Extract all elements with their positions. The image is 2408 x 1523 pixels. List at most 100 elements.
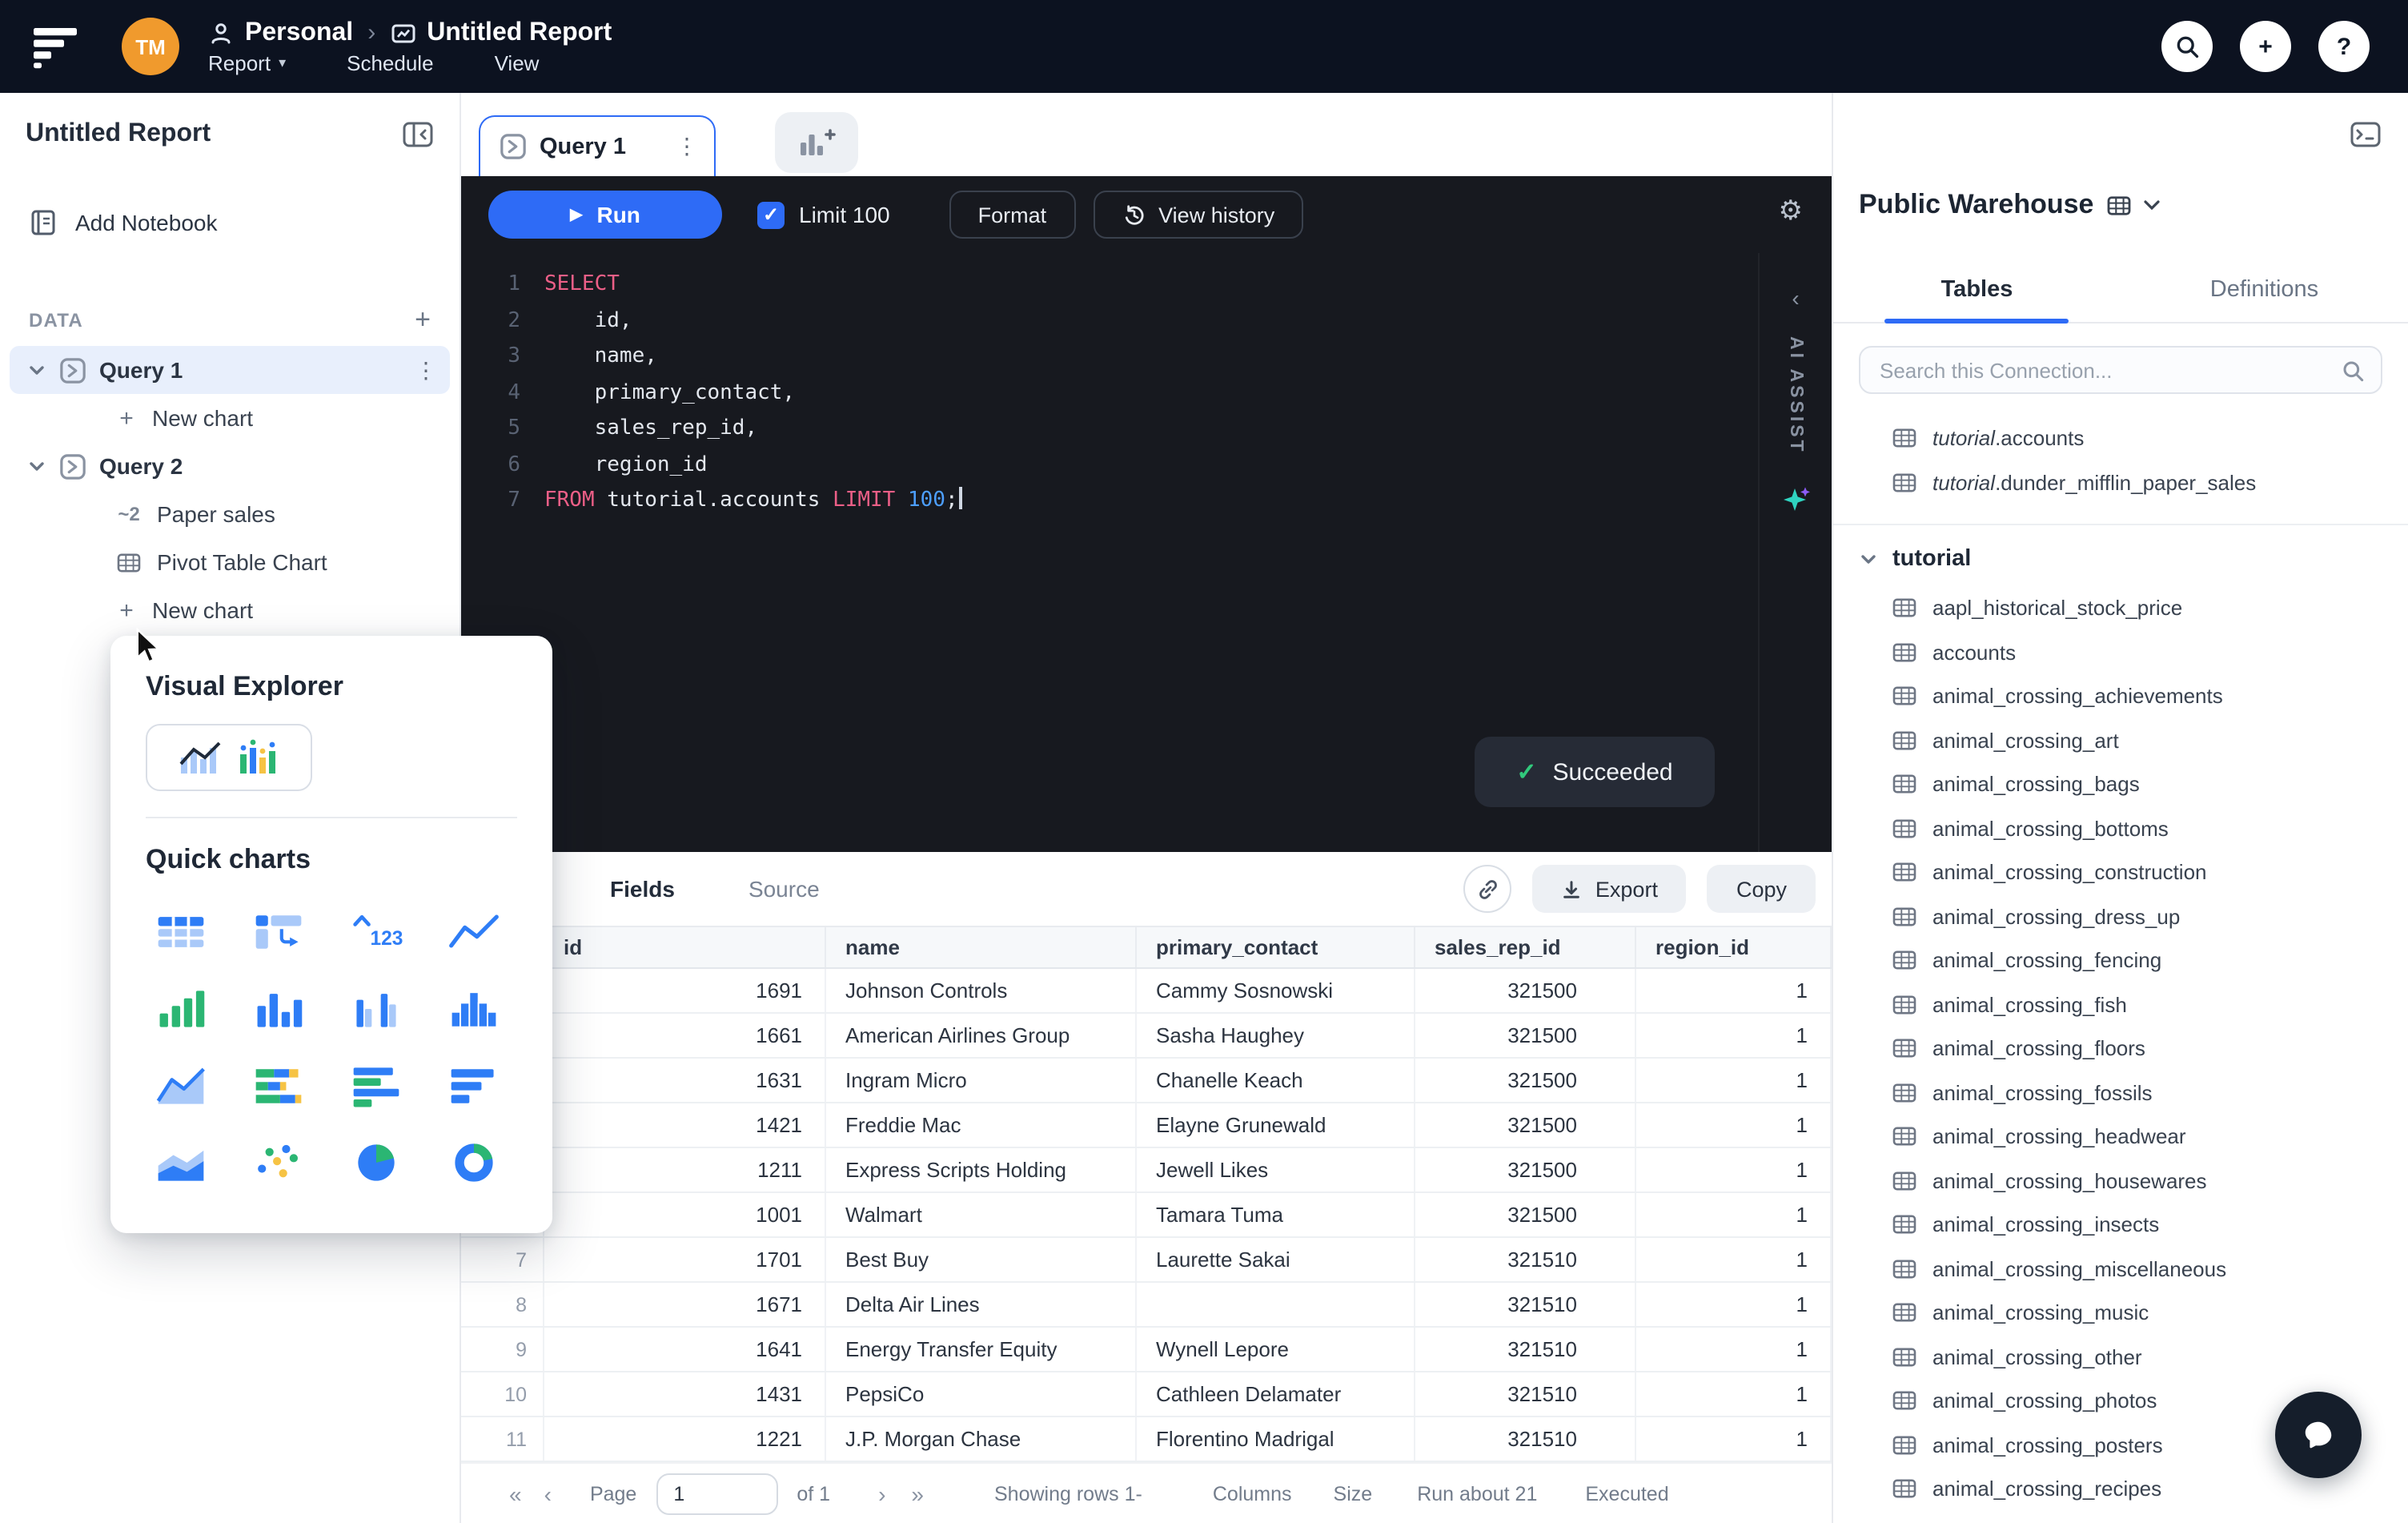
table-row[interactable]: 8 1671 Delta Air Lines 321510 1: [461, 1283, 1832, 1328]
table-row[interactable]: 1 1691Johnson ControlsCammy Sosnowski3215…: [461, 969, 1832, 1014]
first-page-icon[interactable]: «: [509, 1481, 522, 1506]
add-chart-tab-button[interactable]: [775, 112, 858, 173]
quick-chart-multi-bar-h[interactable]: [341, 1051, 411, 1121]
columns-button[interactable]: Columns: [1213, 1482, 1292, 1505]
new-chart-button-query1[interactable]: + New chart: [10, 394, 450, 442]
prev-page-icon[interactable]: ‹: [544, 1481, 552, 1506]
code-line[interactable]: id,: [544, 303, 963, 340]
table-item[interactable]: animal_crossing_bottoms: [1833, 806, 2408, 850]
chevron-down-icon[interactable]: [2143, 200, 2160, 210]
quick-chart-line[interactable]: [439, 897, 509, 967]
format-button[interactable]: Format: [949, 191, 1076, 239]
breadcrumb-report-title[interactable]: Untitled Report: [427, 18, 612, 47]
recent-table-item[interactable]: tutorial.dunder_mifflin_paper_sales: [1833, 460, 2408, 504]
search-button[interactable]: [2161, 21, 2213, 72]
collapse-panel-icon[interactable]: [402, 120, 434, 149]
table-item[interactable]: animal_crossing_art: [1833, 718, 2408, 762]
kebab-menu-icon[interactable]: ⋮: [415, 356, 437, 384]
chevron-down-icon[interactable]: [27, 456, 46, 476]
new-chart-button-query2[interactable]: + New chart: [10, 586, 450, 634]
table-item[interactable]: animal_crossing_achievements: [1833, 674, 2408, 718]
tab-tables[interactable]: Tables: [1833, 263, 2121, 323]
table-row[interactable]: 11 1221 J.P. Morgan Chase Florentino Madrig…: [461, 1417, 1832, 1462]
quick-chart-area[interactable]: [146, 1051, 216, 1121]
app-logo-icon[interactable]: [29, 22, 83, 70]
chevron-down-icon[interactable]: [27, 360, 46, 380]
column-header-name[interactable]: name: [826, 927, 1137, 967]
connection-search[interactable]: [1859, 346, 2382, 394]
sidebar-item-query1[interactable]: Query 1 ⋮: [10, 346, 450, 394]
chevron-down-icon[interactable]: [1859, 549, 1878, 569]
schema-tutorial[interactable]: tutorial: [1833, 535, 2408, 583]
tab-fields[interactable]: Fields: [610, 876, 675, 902]
console-panel-icon[interactable]: [2349, 120, 2382, 149]
chat-widget-button[interactable]: [2275, 1392, 2362, 1478]
help-button[interactable]: ?: [2318, 21, 2370, 72]
table-row[interactable]: 9 1641 Energy Transfer Equity Wynell Lepore…: [461, 1328, 1832, 1372]
gear-icon[interactable]: ⚙: [1779, 197, 1804, 224]
code-line[interactable]: region_id: [544, 448, 963, 484]
ai-assist-panel[interactable]: ‹ AI ASSIST: [1758, 253, 1832, 852]
view-history-button[interactable]: View history: [1093, 191, 1304, 239]
breadcrumb-workspace[interactable]: Personal: [245, 18, 353, 47]
tab-source[interactable]: Source: [748, 876, 820, 902]
export-button[interactable]: Export: [1532, 865, 1687, 913]
menu-view[interactable]: View: [495, 50, 540, 74]
page-input[interactable]: [656, 1473, 778, 1514]
quick-chart-pivot[interactable]: [243, 897, 314, 967]
table-row[interactable]: 21661American Airlines GroupSasha Haughe…: [461, 1014, 1832, 1059]
quick-chart-scatter[interactable]: [243, 1127, 314, 1198]
quick-chart-table[interactable]: [146, 897, 216, 967]
quick-chart-donut[interactable]: [439, 1127, 509, 1198]
code-lines[interactable]: SELECT id, name, primary_contact, sales_…: [544, 253, 963, 852]
table-row[interactable]: 10 1431 PepsiCo Cathleen Delamater 321510 1: [461, 1372, 1832, 1417]
table-row[interactable]: 51211Express Scripts HoldingJewell Likes…: [461, 1148, 1832, 1193]
copy-button[interactable]: Copy: [1707, 865, 1816, 913]
limit-checkbox[interactable]: ✓: [757, 201, 785, 228]
column-header-sales_rep_id[interactable]: sales_rep_id: [1415, 927, 1636, 967]
table-row[interactable]: 61001WalmartTamara Tuma3215001: [461, 1193, 1832, 1238]
add-button[interactable]: +: [2240, 21, 2291, 72]
table-item[interactable]: animal_crossing_fish: [1833, 983, 2408, 1027]
table-row[interactable]: 7 1701 Best Buy Laurette Sakai 321510 1: [461, 1238, 1832, 1283]
chevron-left-icon[interactable]: ‹: [1792, 285, 1799, 311]
sidebar-item-paper-sales[interactable]: ~2 Paper sales: [10, 490, 450, 538]
quick-chart-grouped-column[interactable]: [341, 974, 411, 1044]
quick-chart-histogram[interactable]: [439, 974, 509, 1044]
table-item[interactable]: animal_crossing_floors: [1833, 1027, 2408, 1071]
quick-chart-number[interactable]: 123: [341, 897, 411, 967]
column-header-id[interactable]: id: [544, 927, 826, 967]
table-item[interactable]: aapl_historical_stock_price: [1833, 586, 2408, 630]
table-row[interactable]: 31631Ingram MicroChanelle Keach3215001: [461, 1059, 1832, 1103]
table-item[interactable]: animal_crossing_housewares: [1833, 1159, 2408, 1203]
sparkle-icon[interactable]: [1780, 484, 1812, 516]
quick-chart-bar-green[interactable]: [146, 974, 216, 1044]
code-line[interactable]: FROM tutorial.accounts LIMIT 100;: [544, 484, 963, 520]
table-row[interactable]: 41421Freddie MacElayne Grunewald3215001: [461, 1103, 1832, 1148]
menu-schedule[interactable]: Schedule: [347, 50, 433, 74]
quick-chart-bar-h[interactable]: [439, 1051, 509, 1121]
quick-chart-stacked-bar-h[interactable]: [243, 1051, 314, 1121]
table-item[interactable]: animal_crossing_construction: [1833, 850, 2408, 894]
table-item[interactable]: animal_crossing_fencing: [1833, 938, 2408, 983]
quick-chart-pie[interactable]: [341, 1127, 411, 1198]
sidebar-item-pivot-table-chart[interactable]: Pivot Table Chart: [10, 538, 450, 586]
code-line[interactable]: SELECT: [544, 267, 963, 303]
quick-chart-stacked-area[interactable]: [146, 1127, 216, 1198]
code-line[interactable]: primary_contact,: [544, 376, 963, 412]
quick-chart-column[interactable]: [243, 974, 314, 1044]
column-header-primary_contact[interactable]: primary_contact: [1137, 927, 1415, 967]
table-item[interactable]: animal_crossing_headwear: [1833, 1115, 2408, 1159]
tab-query1[interactable]: Query 1 ⋮: [479, 115, 716, 176]
table-item[interactable]: animal_crossing_dress_up: [1833, 894, 2408, 938]
avatar[interactable]: TM: [122, 18, 179, 75]
menu-report[interactable]: Report ▾: [208, 50, 286, 74]
code-line[interactable]: sales_rep_id,: [544, 412, 963, 448]
recent-table-item[interactable]: tutorial.accounts: [1833, 416, 2408, 460]
connection-search-input[interactable]: [1880, 358, 2341, 382]
add-data-button[interactable]: +: [415, 304, 431, 336]
code-line[interactable]: name,: [544, 340, 963, 376]
sidebar-item-query2[interactable]: Query 2: [10, 442, 450, 490]
connection-title[interactable]: Public Warehouse: [1859, 189, 2093, 221]
size-button[interactable]: Size: [1334, 1482, 1373, 1505]
